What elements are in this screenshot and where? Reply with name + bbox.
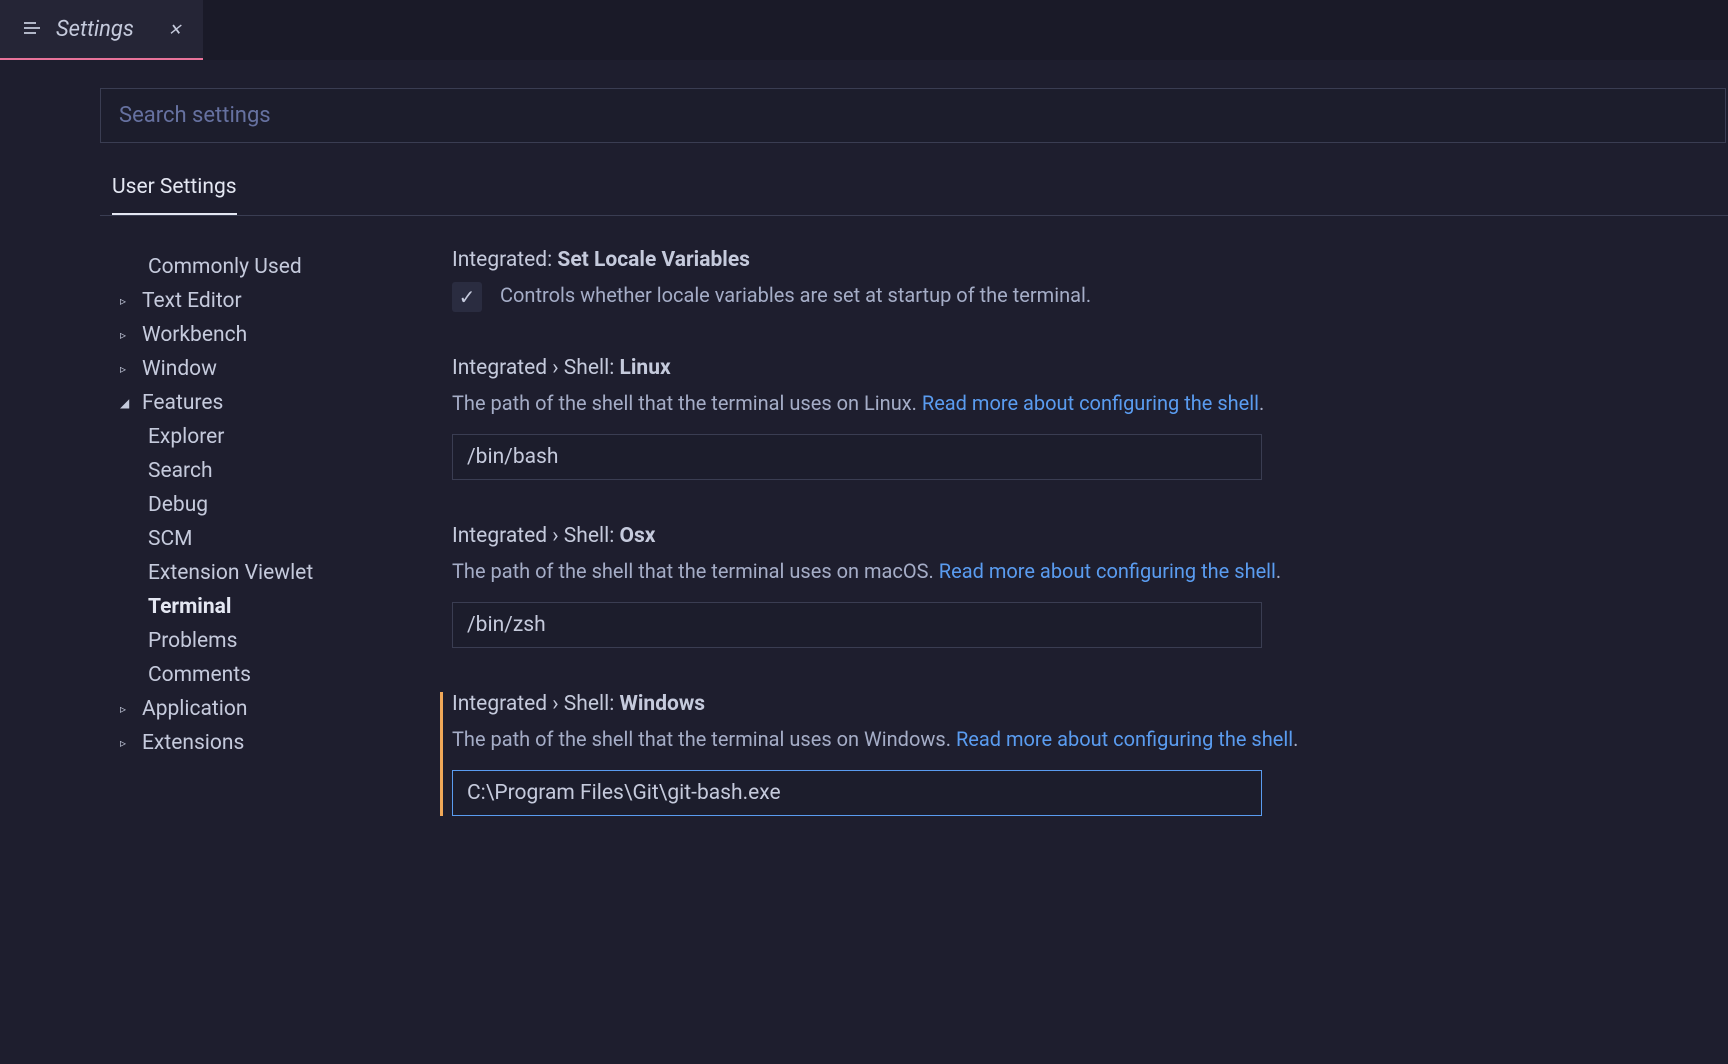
settings-list: Integrated: Set Locale Variables ✓ Contr… [440,246,1728,860]
setting-title-prefix: Integrated › Shell: [452,524,620,548]
close-icon[interactable]: ✕ [168,20,181,39]
shell-linux-input[interactable] [452,434,1262,480]
chevron-right-icon: ▹ [120,294,134,308]
sidebar-item-label: Extensions [142,731,244,755]
sidebar-item-label: Window [142,357,217,381]
setting-title: Integrated › Shell: Osx [452,524,1688,548]
setting-title-name: Linux [620,356,671,380]
sidebar-item-terminal[interactable]: Terminal [100,590,390,624]
chevron-right-icon: ▹ [120,736,134,750]
sidebar-item-label: Extension Viewlet [148,561,313,585]
setting-title-name: Windows [620,692,706,716]
setting-title-prefix: Integrated: [452,248,557,272]
sidebar-item-label: Comments [148,663,251,687]
sidebar-item-label: Application [142,697,247,721]
sidebar-item-label: Debug [148,493,208,517]
sidebar-item-comments[interactable]: Comments [100,658,390,692]
shell-windows-input[interactable] [452,770,1262,816]
sidebar-item-label: Workbench [142,323,247,347]
sidebar-item-extension-viewlet[interactable]: Extension Viewlet [100,556,390,590]
setting-title-prefix: Integrated › Shell: [452,692,620,716]
chevron-right-icon: ▹ [120,362,134,376]
setting-desc-text: The path of the shell that the terminal … [452,391,922,415]
sidebar-item-label: Search [148,459,213,483]
setting-description: The path of the shell that the terminal … [452,556,1688,586]
settings-tab-icon [22,17,42,41]
settings-sidebar: Commonly Used ▹ Text Editor ▹ Workbench ▹ W… [100,246,390,860]
chevron-down-icon: ◢ [120,396,134,410]
setting-shell-osx: Integrated › Shell: Osx The path of the … [440,524,1688,648]
tab-settings[interactable]: Settings ✕ [0,0,203,60]
setting-description: Controls whether locale variables are se… [500,280,1091,310]
tab-bar: Settings ✕ [0,0,1728,60]
sidebar-item-commonly-used[interactable]: Commonly Used [100,250,390,284]
sidebar-item-label: Explorer [148,425,224,449]
settings-scope-nav: User Settings [100,175,1728,216]
setting-title: Integrated › Shell: Linux [452,356,1688,380]
read-more-link[interactable]: Read more about configuring the shell [939,559,1276,583]
setting-shell-windows: Integrated › Shell: Windows The path of … [440,692,1688,816]
sidebar-item-application[interactable]: ▹ Application [100,692,390,726]
setting-description: The path of the shell that the terminal … [452,724,1688,754]
sidebar-item-problems[interactable]: Problems [100,624,390,658]
sidebar-item-search[interactable]: Search [100,454,390,488]
sidebar-item-features[interactable]: ◢ Features [100,386,390,420]
sidebar-item-text-editor[interactable]: ▹ Text Editor [100,284,390,318]
tab-title: Settings [56,17,134,42]
sidebar-item-workbench[interactable]: ▹ Workbench [100,318,390,352]
setting-title-name: Osx [620,524,656,548]
sidebar-item-label: Commonly Used [148,255,302,279]
sidebar-item-label: Problems [148,629,237,653]
sidebar-item-label: Features [142,391,223,415]
setting-desc-text: The path of the shell that the terminal … [452,559,939,583]
setting-checkbox-row: ✓ Controls whether locale variables are … [452,280,1688,312]
settings-body: Search settings User Settings Commonly U… [0,60,1728,860]
read-more-link[interactable]: Read more about configuring the shell [922,391,1259,415]
setting-description: The path of the shell that the terminal … [452,388,1688,418]
tab-user-settings[interactable]: User Settings [112,175,237,215]
sidebar-item-debug[interactable]: Debug [100,488,390,522]
shell-osx-input[interactable] [452,602,1262,648]
setting-title-prefix: Integrated › Shell: [452,356,620,380]
setting-shell-linux: Integrated › Shell: Linux The path of th… [440,356,1688,480]
sidebar-item-label: Text Editor [142,289,242,313]
sidebar-item-scm[interactable]: SCM [100,522,390,556]
settings-content: Commonly Used ▹ Text Editor ▹ Workbench ▹ W… [100,246,1728,860]
setting-title: Integrated › Shell: Windows [452,692,1688,716]
setting-title: Integrated: Set Locale Variables [452,248,1688,272]
sidebar-item-label: SCM [148,527,192,551]
checkbox[interactable]: ✓ [452,282,482,312]
chevron-right-icon: ▹ [120,702,134,716]
read-more-link[interactable]: Read more about configuring the shell [956,727,1293,751]
sidebar-item-explorer[interactable]: Explorer [100,420,390,454]
setting-desc-text: The path of the shell that the terminal … [452,727,956,751]
sidebar-item-window[interactable]: ▹ Window [100,352,390,386]
setting-set-locale-variables: Integrated: Set Locale Variables ✓ Contr… [440,248,1688,312]
search-input[interactable]: Search settings [100,88,1726,143]
chevron-right-icon: ▹ [120,328,134,342]
sidebar-item-extensions[interactable]: ▹ Extensions [100,726,390,760]
setting-title-name: Set Locale Variables [557,248,750,272]
sidebar-item-label: Terminal [148,595,231,619]
